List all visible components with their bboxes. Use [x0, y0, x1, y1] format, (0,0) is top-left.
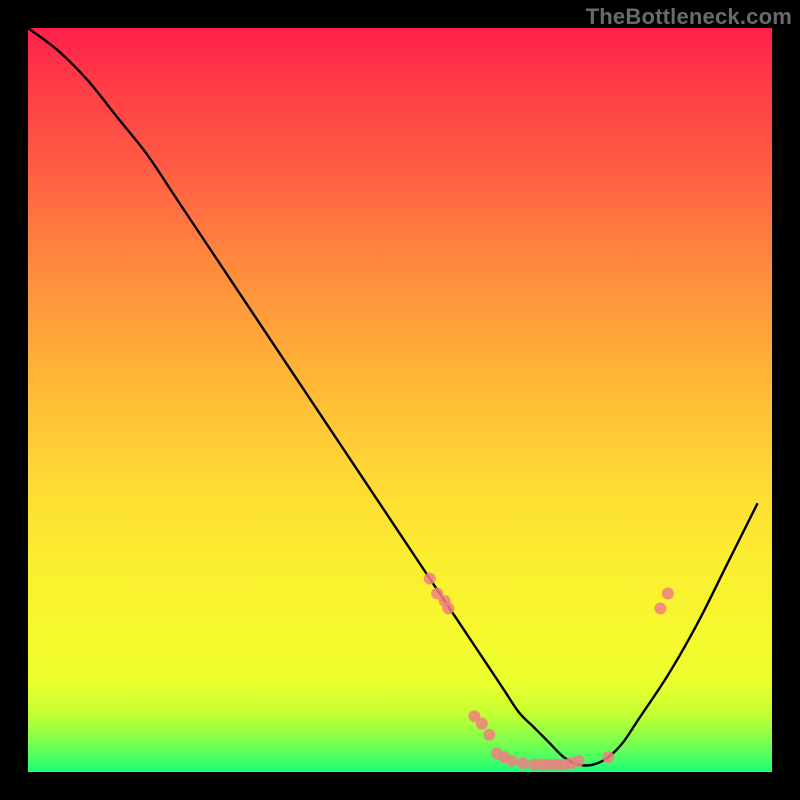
curve-overlay: [28, 28, 772, 772]
data-marker: [543, 759, 555, 771]
data-marker: [491, 747, 503, 759]
data-marker: [517, 757, 529, 769]
data-marker: [506, 755, 518, 767]
data-marker: [476, 718, 488, 730]
data-marker: [558, 759, 570, 771]
data-marker: [550, 759, 562, 771]
data-marker: [483, 729, 495, 741]
data-marker: [602, 751, 614, 763]
bottleneck-curve: [28, 28, 757, 765]
chart-frame: TheBottleneck.com: [0, 0, 800, 800]
data-marker: [442, 602, 454, 614]
data-marker: [535, 759, 547, 771]
data-marker: [662, 587, 674, 599]
data-marker: [468, 710, 480, 722]
data-marker: [498, 751, 510, 763]
data-marker: [431, 587, 443, 599]
watermark-text: TheBottleneck.com: [586, 4, 792, 30]
data-markers: [424, 573, 674, 771]
data-marker: [439, 595, 451, 607]
data-marker: [528, 759, 540, 771]
data-marker: [573, 755, 585, 767]
data-marker: [565, 757, 577, 769]
data-marker: [654, 602, 666, 614]
data-marker: [424, 573, 436, 585]
plot-area: [28, 28, 772, 772]
